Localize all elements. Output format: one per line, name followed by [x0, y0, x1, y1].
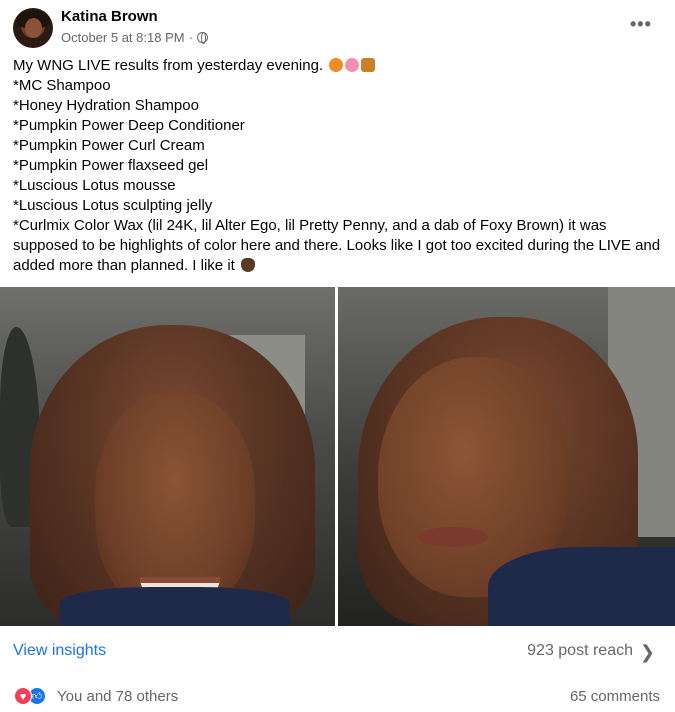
post-timestamp[interactable]: October 5 at 8:18 PM — [61, 30, 185, 45]
meta-separator: · — [188, 30, 193, 45]
globe-icon[interactable] — [196, 32, 208, 44]
post-line: *Luscious Lotus mousse — [13, 177, 176, 194]
post-line: My WNG LIVE results from yesterday eveni… — [13, 56, 663, 76]
photo-selfie-side-glance[interactable] — [338, 287, 675, 626]
post-line: *Pumpkin Power flaxseed gel — [13, 157, 209, 174]
reactions-row: 👍︎ ♥ You and 78 others 65 comments — [0, 676, 675, 712]
ok-hand-emoji — [241, 258, 255, 272]
post-line: *Honey Hydration Shampoo — [13, 97, 199, 114]
insights-row: View insights 923 post reach ❯ — [0, 626, 675, 676]
lotus-emoji — [345, 58, 360, 72]
more-options-icon[interactable]: ••• — [630, 14, 652, 35]
post-paragraph: *Curlmix Color Wax (lil 24K, lil Alter E… — [13, 217, 661, 274]
honey-pot-emoji — [361, 58, 376, 72]
post-line: *Pumpkin Power Curl Cream — [13, 137, 205, 154]
avatar[interactable] — [13, 8, 53, 48]
chevron-right-icon[interactable]: ❯ — [640, 642, 655, 663]
post-line: *Pumpkin Power Deep Conditioner — [13, 117, 245, 134]
post-meta: October 5 at 8:18 PM · — [61, 30, 208, 45]
comments-count[interactable]: 65 comments — [570, 688, 660, 705]
photo-grid — [0, 287, 675, 626]
photo-selfie-smiling-front[interactable] — [0, 287, 335, 626]
post-header: Katina Brown October 5 at 8:18 PM · ••• — [0, 0, 675, 56]
post-line: *MC Shampoo — [13, 77, 111, 94]
author-name[interactable]: Katina Brown — [61, 8, 158, 25]
reaction-icons[interactable]: 👍︎ ♥ — [14, 687, 52, 705]
post-reach[interactable]: 923 post reach — [527, 642, 633, 660]
reactions-summary[interactable]: You and 78 others — [57, 688, 178, 705]
view-insights-link[interactable]: View insights — [13, 642, 106, 660]
jack-o-lantern-emoji — [329, 58, 344, 72]
post-body: My WNG LIVE results from yesterday eveni… — [13, 56, 663, 276]
post-line: *Luscious Lotus sculpting jelly — [13, 197, 213, 214]
love-reaction-icon: ♥ — [14, 687, 32, 705]
